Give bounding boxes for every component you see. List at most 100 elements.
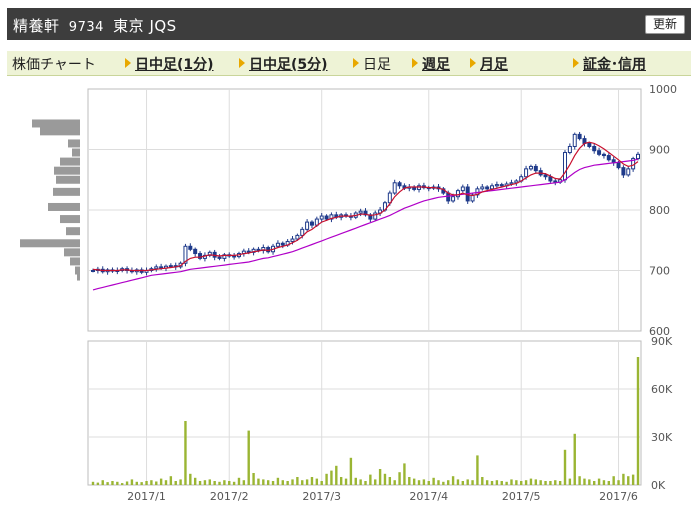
price-profile-bar [66, 227, 80, 236]
volume-bar [408, 477, 411, 485]
volume-tick-label: 90K [651, 335, 673, 348]
volume-bar [534, 479, 538, 485]
volume-bar [213, 481, 216, 485]
month-tick-label: 2017/4 [409, 490, 448, 503]
volume-tick-label: 30K [651, 431, 673, 444]
candle-body [295, 234, 300, 240]
price-profile-bar [60, 157, 80, 166]
volume-bar [228, 481, 231, 485]
price-profile-bar [60, 215, 80, 224]
candle-body [280, 242, 285, 246]
volume-bar [612, 476, 615, 485]
month-tick-label: 2017/2 [210, 490, 249, 503]
candle-body [490, 185, 495, 190]
volume-bar [631, 474, 635, 485]
price-profile-bar [56, 175, 80, 184]
volume-bar [130, 479, 134, 485]
price-tick-label: 1000 [649, 83, 677, 96]
volume-bar [247, 430, 250, 485]
volume-bar [198, 481, 202, 485]
candle-body [592, 145, 597, 152]
candle-body [159, 266, 164, 269]
volume-bar [563, 449, 567, 485]
volume-bar [539, 480, 542, 485]
volume-bar [378, 469, 382, 485]
candle-body [567, 145, 572, 154]
candle-body [606, 155, 611, 161]
price-profile-bar [32, 119, 80, 128]
volume-bar [602, 480, 606, 485]
candle-body [91, 270, 95, 272]
candle-body [636, 153, 640, 160]
candle-body [217, 256, 222, 259]
volume-bar [252, 473, 255, 485]
price-tick-label: 700 [649, 265, 670, 278]
month-tick-label: 2017/3 [302, 490, 341, 503]
volume-bar [622, 473, 625, 485]
volume-tick-label: 60K [651, 383, 673, 396]
volume-bar [354, 477, 357, 485]
volume-bar [529, 478, 533, 485]
volume-bar [150, 480, 153, 485]
volume-bar [281, 480, 284, 485]
volume-bar [422, 479, 426, 485]
volume-bar [291, 479, 294, 485]
volume-bar [174, 481, 177, 485]
candle-body [455, 190, 460, 198]
candle-body [494, 184, 499, 187]
candle-body [168, 265, 173, 268]
candle-body [548, 176, 553, 182]
volume-bar [335, 465, 338, 485]
volume-bar [417, 480, 421, 485]
volume-bar [451, 476, 455, 485]
volume-bar [116, 481, 119, 485]
volume-bar [573, 433, 576, 485]
price-profile-bar [70, 257, 80, 266]
volume-bar [179, 479, 182, 485]
month-tick-label: 2017/1 [127, 490, 166, 503]
volume-bar [471, 480, 474, 485]
volume-bar [456, 479, 460, 485]
volume-bar [359, 479, 362, 485]
volume-bar [193, 477, 197, 485]
candle-body [397, 182, 402, 187]
volume-bar [403, 463, 406, 485]
volume-bar [500, 481, 503, 485]
candle-body [446, 192, 451, 202]
volume-bar [466, 479, 469, 485]
price-profile-bar [20, 239, 80, 248]
price-profile-bar [53, 187, 80, 196]
volume-bar [223, 480, 226, 485]
volume-bar [442, 481, 445, 485]
volume-bar [320, 481, 323, 485]
volume-bar [617, 480, 620, 485]
volume-bar [286, 481, 289, 485]
volume-bar [510, 479, 513, 485]
price-tick-label: 800 [649, 204, 670, 217]
volume-bar [364, 481, 367, 485]
volume-bar [159, 478, 163, 485]
candle-body [485, 186, 490, 190]
volume-bar [549, 481, 552, 485]
volume-bar [266, 480, 270, 485]
volume-bar [349, 457, 353, 485]
candle-body [232, 255, 237, 258]
candle-body [543, 174, 548, 178]
candle-body [597, 150, 602, 155]
volume-bar [315, 478, 319, 485]
volume-bar [524, 480, 528, 485]
candle-body [188, 245, 193, 250]
candle-body [275, 242, 280, 247]
price-profile-bar [54, 166, 80, 175]
volume-bar [262, 479, 265, 485]
candle-body [300, 228, 305, 236]
volume-bar [218, 481, 221, 485]
volume-bar [155, 481, 158, 485]
volume-bar [495, 480, 499, 485]
price-tick-label: 900 [649, 144, 670, 157]
volume-bar [135, 481, 138, 485]
volume-bar [237, 477, 241, 485]
volume-bar [515, 480, 518, 485]
price-profile-bar [68, 139, 80, 148]
volume-bar [490, 481, 494, 485]
